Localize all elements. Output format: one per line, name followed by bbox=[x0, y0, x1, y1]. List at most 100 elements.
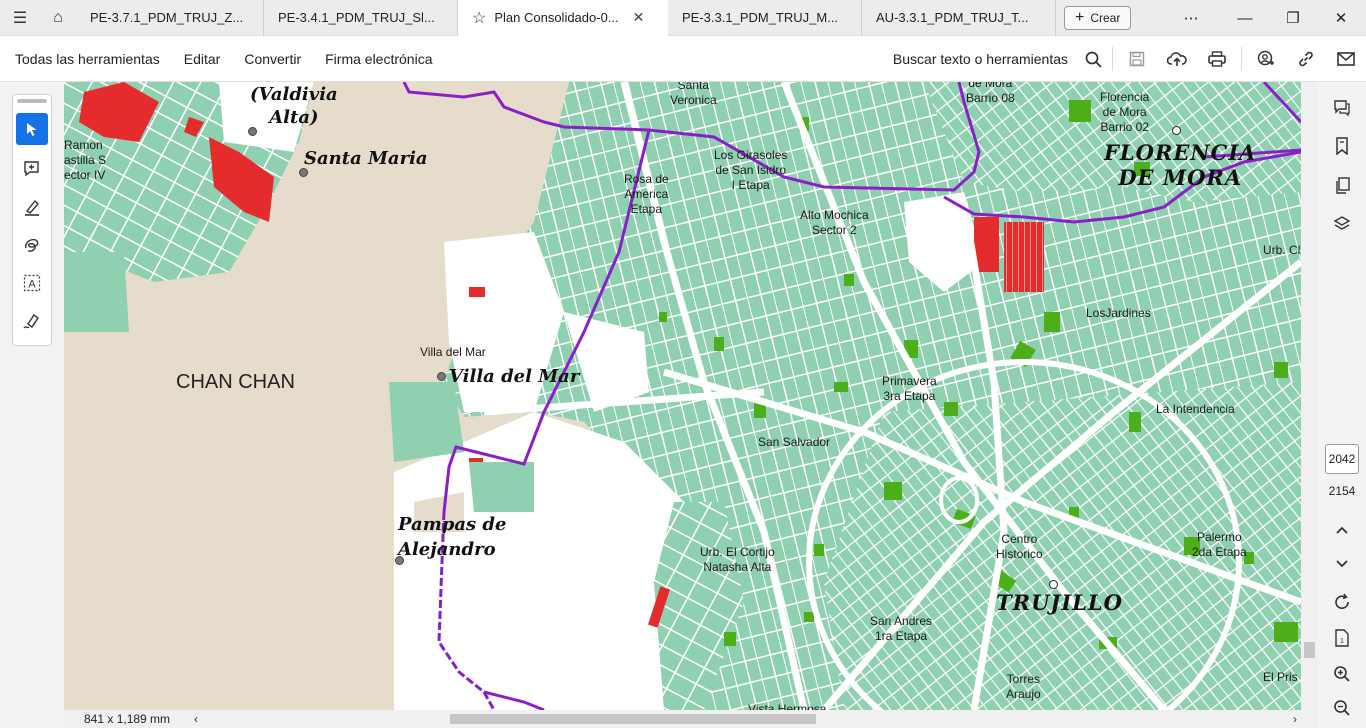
map-label-rosa-de-america: Rosa de America Etapa bbox=[624, 172, 669, 216]
horizontal-scroll-thumb[interactable] bbox=[450, 714, 816, 724]
minimize-icon[interactable]: — bbox=[1220, 0, 1270, 36]
pdf-map-view[interactable]: (Valdivia Alta) Santa Maria Ramon astill… bbox=[64, 82, 1301, 710]
tab-label: PE-3.7.1_PDM_TRUJ_Z... bbox=[90, 10, 244, 25]
map-label-villa-del-mar: Villa del Mar bbox=[449, 366, 580, 387]
map-label-villa-small: Villa del Mar bbox=[420, 345, 486, 359]
locality-dot bbox=[437, 372, 446, 381]
layers-icon[interactable] bbox=[1326, 208, 1358, 240]
scroll-right-icon[interactable]: › bbox=[1293, 712, 1297, 726]
map-label-vista-hermosa: Vista Hermosa bbox=[748, 702, 827, 710]
cloud-upload-icon[interactable] bbox=[1157, 36, 1197, 82]
map-label-palermo: Palermo 2da Etapa bbox=[1192, 530, 1247, 559]
map-label-ramon: Ramon astilla S ector IV bbox=[64, 138, 107, 182]
menu-esign[interactable]: Firma electrónica bbox=[325, 51, 432, 67]
close-tab-icon[interactable]: ✕ bbox=[633, 9, 645, 26]
total-pages-label: 2154 bbox=[1328, 484, 1356, 498]
right-side-panel: 2042 2154 1 bbox=[1318, 82, 1366, 728]
vertical-scrollbar[interactable] bbox=[1301, 82, 1318, 710]
map-label-florencia-de-mora: FLORENCIA DE MORA bbox=[1104, 140, 1257, 191]
main-toolbar: Todas las herramientas Editar Convertir … bbox=[0, 36, 1366, 82]
palette-grip[interactable] bbox=[17, 99, 47, 103]
map-label-la-intendencia: La Intendencia bbox=[1156, 402, 1235, 416]
horizontal-scrollbar[interactable]: 841 x 1,189 mm ‹ › bbox=[64, 710, 1301, 728]
zoom-in-icon[interactable] bbox=[1326, 658, 1358, 690]
map-label-alto-mochica: Alto Mochica Sector 2 bbox=[800, 208, 869, 237]
toolbar-right: Buscar texto o herramientas bbox=[893, 36, 1366, 82]
signature-pen-icon[interactable] bbox=[16, 305, 48, 337]
plus-icon: + bbox=[1075, 8, 1085, 26]
tab-plan-consolidado[interactable]: ☆ Plan Consolidado-0... ✕ bbox=[458, 0, 668, 36]
comments-icon[interactable] bbox=[1326, 92, 1358, 124]
map-label-cortijo: Urb. El Cortijo Natasha Alta bbox=[700, 545, 775, 574]
map-label-torres-araujo: Torres Araujo bbox=[1006, 672, 1041, 701]
pages-icon[interactable] bbox=[1326, 170, 1358, 202]
save-icon[interactable] bbox=[1117, 36, 1157, 82]
tab-pe-3-7-1[interactable]: PE-3.7.1_PDM_TRUJ_Z... bbox=[76, 0, 264, 36]
star-icon[interactable]: ☆ bbox=[472, 8, 486, 28]
tab-pe-3-3-1[interactable]: PE-3.3.1_PDM_TRUJ_M... bbox=[668, 0, 862, 36]
vertical-scroll-thumb[interactable] bbox=[1304, 642, 1315, 658]
map-label-valdivia: (Valdivia Alta) bbox=[250, 84, 338, 128]
hamburger-menu-icon[interactable]: ☰ bbox=[0, 0, 40, 36]
more-options-icon[interactable]: ⋯ bbox=[1166, 0, 1216, 36]
map-label-el-pris: El Pris bbox=[1263, 670, 1298, 684]
draw-freehand-icon[interactable] bbox=[16, 229, 48, 261]
map-label-san-andres: San Andres 1ra Etapa bbox=[870, 614, 933, 643]
map-label-barrio08: de Mora Barrio 08 bbox=[966, 82, 1015, 105]
search-icon[interactable] bbox=[1078, 36, 1108, 82]
map-label-trujillo: TRUJILLO bbox=[996, 590, 1123, 615]
text-box-icon[interactable]: A bbox=[16, 267, 48, 299]
zoom-out-icon[interactable] bbox=[1326, 692, 1358, 724]
print-icon[interactable] bbox=[1197, 36, 1237, 82]
map-label-chan-chan: CHAN CHAN bbox=[176, 371, 295, 393]
chevron-up-icon[interactable] bbox=[1326, 514, 1358, 546]
current-page-input[interactable]: 2042 bbox=[1325, 444, 1359, 474]
page-number-icon[interactable]: 1 bbox=[1326, 622, 1358, 654]
link-icon[interactable] bbox=[1286, 36, 1326, 82]
highlight-pen-icon[interactable] bbox=[16, 191, 48, 223]
share-user-icon[interactable] bbox=[1246, 36, 1286, 82]
menu-edit[interactable]: Editar bbox=[184, 51, 221, 67]
chevron-down-icon[interactable] bbox=[1326, 548, 1358, 580]
quick-tools-palette: A bbox=[12, 94, 52, 346]
map-label-florencia-barrio: Florencia de Mora Barrio 02 bbox=[1100, 90, 1150, 134]
left-tool-panel: A bbox=[0, 82, 64, 728]
map-label-primavera: Primavera 3ra Etapa bbox=[882, 374, 937, 403]
locality-dot bbox=[1049, 580, 1058, 589]
map-label-girasoles: Los Girasoles de San Isidro I Etapa bbox=[714, 148, 788, 192]
map-label-centro-historico: Centro Historico bbox=[996, 532, 1043, 561]
add-comment-icon[interactable] bbox=[16, 153, 48, 185]
create-label: Crear bbox=[1090, 10, 1121, 25]
menu-all-tools[interactable]: Todas las herramientas bbox=[15, 51, 160, 67]
restore-icon[interactable]: ❐ bbox=[1268, 0, 1318, 36]
svg-text:1: 1 bbox=[1340, 638, 1344, 645]
separator bbox=[1112, 47, 1113, 71]
map-label-los-jardines: LosJardines bbox=[1086, 306, 1151, 320]
map-label-san-salvador: San Salvador bbox=[758, 435, 831, 449]
map-label-santa-maria: Santa Maria bbox=[304, 148, 428, 169]
rotate-icon[interactable] bbox=[1326, 586, 1358, 618]
tab-label: Plan Consolidado-0... bbox=[494, 10, 619, 25]
tab-label: AU-3.3.1_PDM_TRUJ_T... bbox=[876, 10, 1029, 25]
tab-label: PE-3.4.1_PDM_TRUJ_Sl... bbox=[278, 10, 435, 25]
tab-bar: ☰ ⌂ PE-3.7.1_PDM_TRUJ_Z... PE-3.4.1_PDM_… bbox=[0, 0, 1366, 36]
create-button[interactable]: + Crear bbox=[1064, 5, 1132, 30]
tab-label: PE-3.3.1_PDM_TRUJ_M... bbox=[682, 10, 839, 25]
tab-au-3-3-1[interactable]: AU-3.3.1_PDM_TRUJ_T... bbox=[862, 0, 1056, 36]
bookmarks-icon[interactable] bbox=[1326, 130, 1358, 162]
svg-text:A: A bbox=[28, 279, 36, 291]
map-label-urb-cl: Urb. Cl bbox=[1263, 243, 1301, 257]
scroll-left-icon[interactable]: ‹ bbox=[194, 712, 198, 726]
tab-pe-3-4-1[interactable]: PE-3.4.1_PDM_TRUJ_Sl... bbox=[264, 0, 458, 36]
map-label-santa-veronica: Santa Veronica bbox=[670, 82, 717, 107]
menu-convert[interactable]: Convertir bbox=[244, 51, 301, 67]
close-window-icon[interactable]: ✕ bbox=[1316, 0, 1366, 36]
separator bbox=[1241, 47, 1242, 71]
home-icon[interactable]: ⌂ bbox=[40, 0, 76, 36]
locality-dot bbox=[248, 127, 257, 136]
search-tools-label[interactable]: Buscar texto o herramientas bbox=[893, 51, 1068, 67]
map-label-pampas: Pampas de Alejandro bbox=[398, 514, 507, 561]
select-cursor-icon[interactable] bbox=[16, 113, 48, 145]
mail-icon[interactable] bbox=[1326, 36, 1366, 82]
locality-dot bbox=[395, 556, 404, 565]
